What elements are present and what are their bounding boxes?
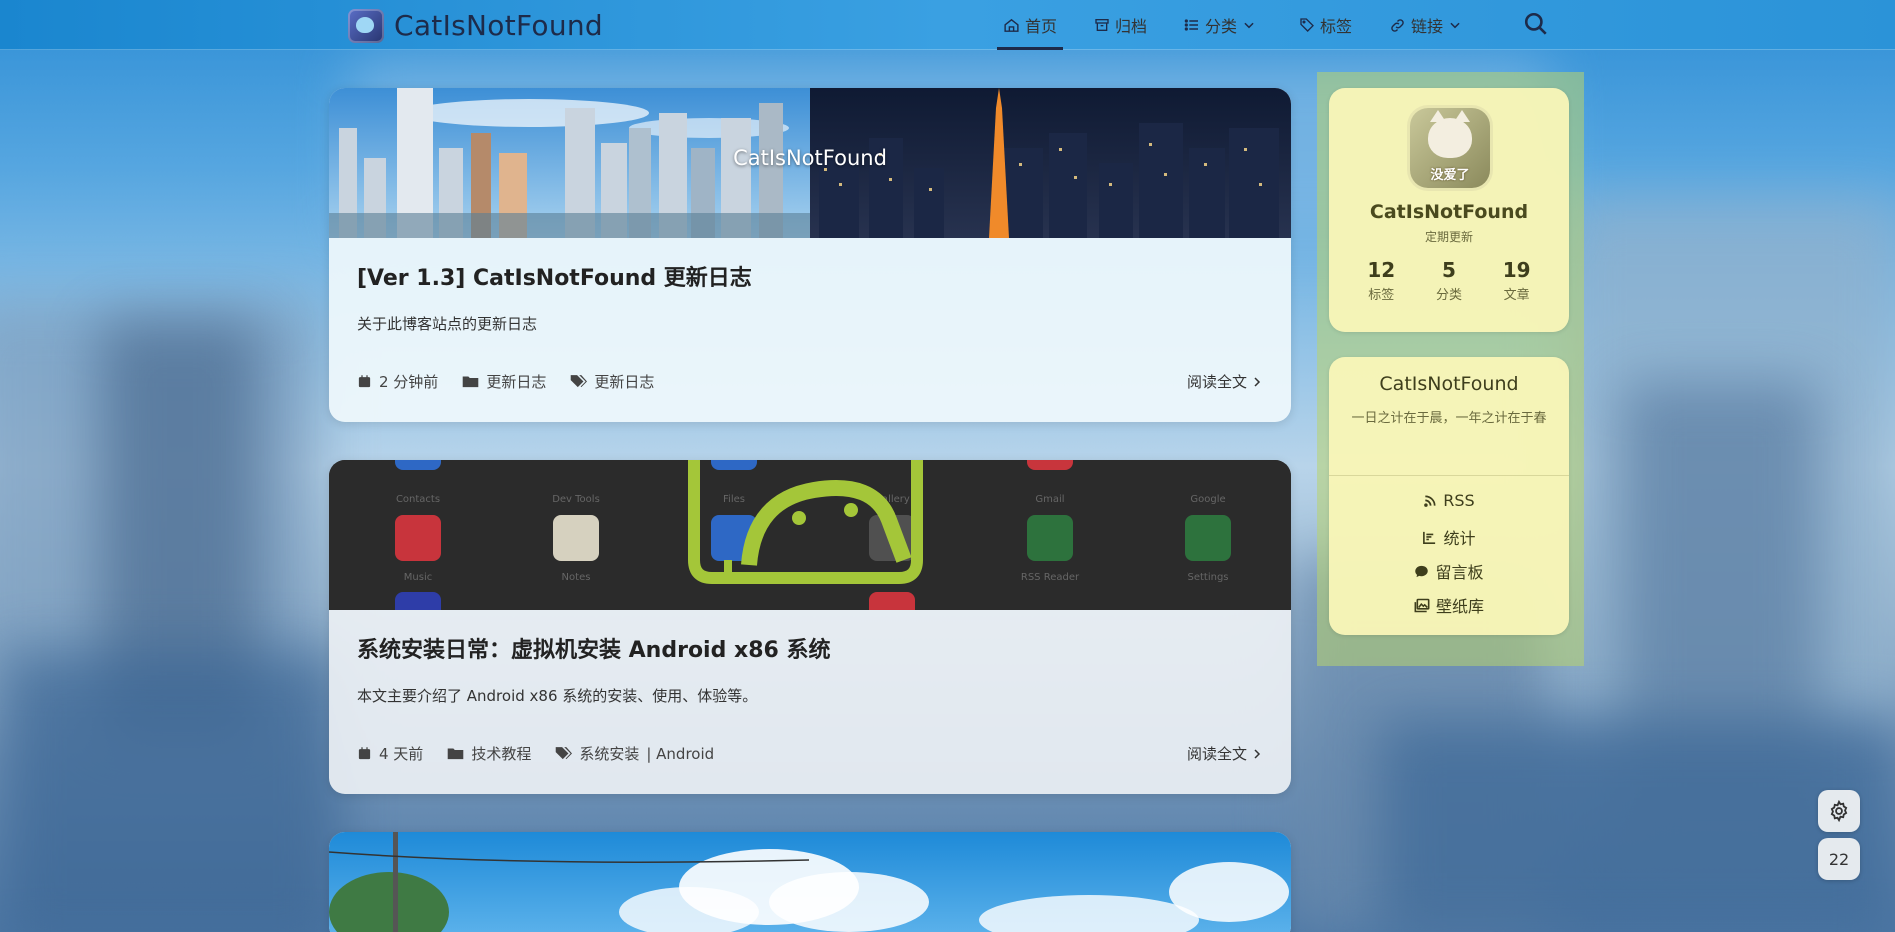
link-icon <box>1391 18 1404 32</box>
post-meta: 4 天前 技术教程 系统安装 | Android <box>357 743 714 764</box>
progress-counter: 22 <box>1828 849 1850 869</box>
image-icon <box>1414 598 1430 612</box>
banner-app-label: Contacts <box>396 494 440 505</box>
divider <box>1329 475 1569 476</box>
about-motto: 一日之计在于晨，一年之计在于春 <box>1351 411 1547 426</box>
link-label: 壁纸库 <box>1435 597 1484 616</box>
chevron-right-icon <box>1254 748 1261 759</box>
folder-icon <box>448 748 464 760</box>
profile-subtitle: 定期更新 <box>1424 230 1473 244</box>
archive-icon <box>1095 19 1109 31</box>
link-wallpapers[interactable]: 壁纸库 <box>1329 593 1569 617</box>
list-icon <box>1184 19 1198 31</box>
stat-number: 5 <box>1442 258 1456 282</box>
post-banner[interactable]: Contacts Dev Tools Files Gallery Gmail G… <box>329 460 1291 610</box>
tag-icon <box>1300 18 1314 32</box>
banner-app-label: Dev Tools <box>552 494 600 505</box>
post-meta: 2 分钟前 更新日志 更新日志 <box>357 371 654 392</box>
stat-label: 文章 <box>1503 288 1530 303</box>
post-tag[interactable]: 更新日志 <box>594 371 654 392</box>
nav-archive[interactable]: 归档 <box>1094 13 1147 37</box>
stat-number: 12 <box>1367 258 1396 282</box>
read-more-label: 阅读全文 <box>1186 373 1247 391</box>
link-stats[interactable]: 统计 <box>1329 525 1569 549</box>
about-title: CatIsNotFound <box>1379 373 1519 395</box>
profile-stats: 12 标签 5 分类 19 文章 <box>1329 258 1569 303</box>
post-banner[interactable] <box>329 832 1291 932</box>
stat-categories[interactable]: 5 分类 <box>1436 258 1462 303</box>
nav-links[interactable]: 链接 <box>1389 13 1462 37</box>
post-date: 2 分钟前 <box>379 373 439 391</box>
stat-number: 19 <box>1502 258 1531 282</box>
folder-icon <box>463 376 479 388</box>
post-card[interactable]: Contacts Dev Tools Files Gallery Gmail G… <box>329 460 1291 794</box>
search-icon[interactable] <box>1523 11 1549 37</box>
tags-icon <box>556 747 573 760</box>
link-label: 统计 <box>1443 529 1476 548</box>
post-card[interactable]: CatIsNotFound [Ver 1.3] CatIsNotFound 更新… <box>329 88 1291 422</box>
link-guestbook[interactable]: 留言板 <box>1329 559 1569 583</box>
post-title[interactable]: [Ver 1.3] CatIsNotFound 更新日志 <box>357 260 752 292</box>
banner-text: CatIsNotFound <box>733 146 887 170</box>
nav-label: 标签 <box>1320 17 1353 36</box>
post-description: 本文主要介绍了 Android x86 系统的安装、使用、体验等。 <box>357 687 758 705</box>
nav-label: 链接 <box>1411 17 1444 36</box>
banner-image: Contacts Dev Tools Files Gallery Gmail G… <box>329 460 1291 610</box>
nav-label: 首页 <box>1025 17 1058 36</box>
tags-icon <box>571 375 588 388</box>
banner-app-label: Files <box>723 494 745 505</box>
link-rss[interactable]: RSS <box>1329 491 1569 510</box>
stat-label: 分类 <box>1435 288 1462 303</box>
chevron-down-icon <box>1450 22 1460 29</box>
nav-tags[interactable]: 标签 <box>1299 13 1352 37</box>
banner-app-label: Google <box>1190 494 1225 505</box>
post-date: 4 天前 <box>379 745 424 763</box>
comment-icon <box>1415 565 1429 577</box>
link-label: 留言板 <box>1435 563 1484 582</box>
stat-tags[interactable]: 12 标签 <box>1367 258 1395 303</box>
post-category[interactable]: 更新日志 <box>486 371 546 392</box>
profile-name: CatIsNotFound <box>1369 201 1529 223</box>
post-card[interactable] <box>329 832 1291 932</box>
link-label: RSS <box>1443 491 1475 510</box>
calendar-icon <box>358 747 371 760</box>
gear-icon <box>1830 800 1848 822</box>
banner-app-label: Notes <box>562 572 591 583</box>
post-tag[interactable]: 系统安装 <box>579 743 639 764</box>
banner-app-label: RSS Reader <box>1021 572 1080 583</box>
about-card: CatIsNotFound 一日之计在于晨，一年之计在于春 RSS 统计 留言板… <box>1329 357 1569 635</box>
stat-label: 标签 <box>1368 288 1395 303</box>
reading-progress-button[interactable]: 22 <box>1818 838 1860 880</box>
chevron-down-icon <box>1244 22 1254 29</box>
chevron-right-icon <box>1254 376 1261 387</box>
post-tag[interactable]: | Android <box>646 745 714 763</box>
nav-label: 归档 <box>1115 17 1148 36</box>
home-icon <box>1004 18 1019 32</box>
calendar-icon <box>358 375 371 388</box>
rss-icon <box>1424 494 1436 507</box>
banner-app-label: Gmail <box>1035 494 1064 505</box>
nav-label: 分类 <box>1205 17 1238 36</box>
post-banner[interactable]: CatIsNotFound <box>329 88 1291 238</box>
post-category[interactable]: 技术教程 <box>471 743 531 764</box>
site-logo[interactable] <box>348 9 384 43</box>
read-more-link[interactable]: 阅读全文 <box>1187 743 1263 764</box>
settings-button[interactable] <box>1818 790 1860 832</box>
avatar-text: 没爱了 <box>1430 168 1470 183</box>
nav-categories[interactable]: 分类 <box>1184 13 1256 37</box>
nav-home[interactable]: 首页 <box>1003 13 1057 37</box>
chart-icon <box>1423 531 1436 544</box>
read-more-label: 阅读全文 <box>1186 745 1247 763</box>
nav-active-indicator <box>997 47 1063 50</box>
banner-app-label: Music <box>404 572 432 583</box>
stat-posts[interactable]: 19 文章 <box>1503 258 1531 303</box>
top-navbar: CatIsNotFound 首页 归档 分类 标签 链接 <box>0 0 1895 50</box>
site-title[interactable]: CatIsNotFound <box>394 9 603 42</box>
read-more-link[interactable]: 阅读全文 <box>1187 371 1263 392</box>
post-description: 关于此博客站点的更新日志 <box>357 315 538 333</box>
post-title[interactable]: 系统安装日常：虚拟机安装 Android x86 系统 <box>357 632 830 664</box>
profile-card: 没爱了 CatIsNotFound 定期更新 12 标签 5 分类 19 文章 <box>1329 88 1569 332</box>
avatar[interactable]: 没爱了 <box>1410 108 1490 188</box>
banner-app-label: Settings <box>1187 572 1228 583</box>
